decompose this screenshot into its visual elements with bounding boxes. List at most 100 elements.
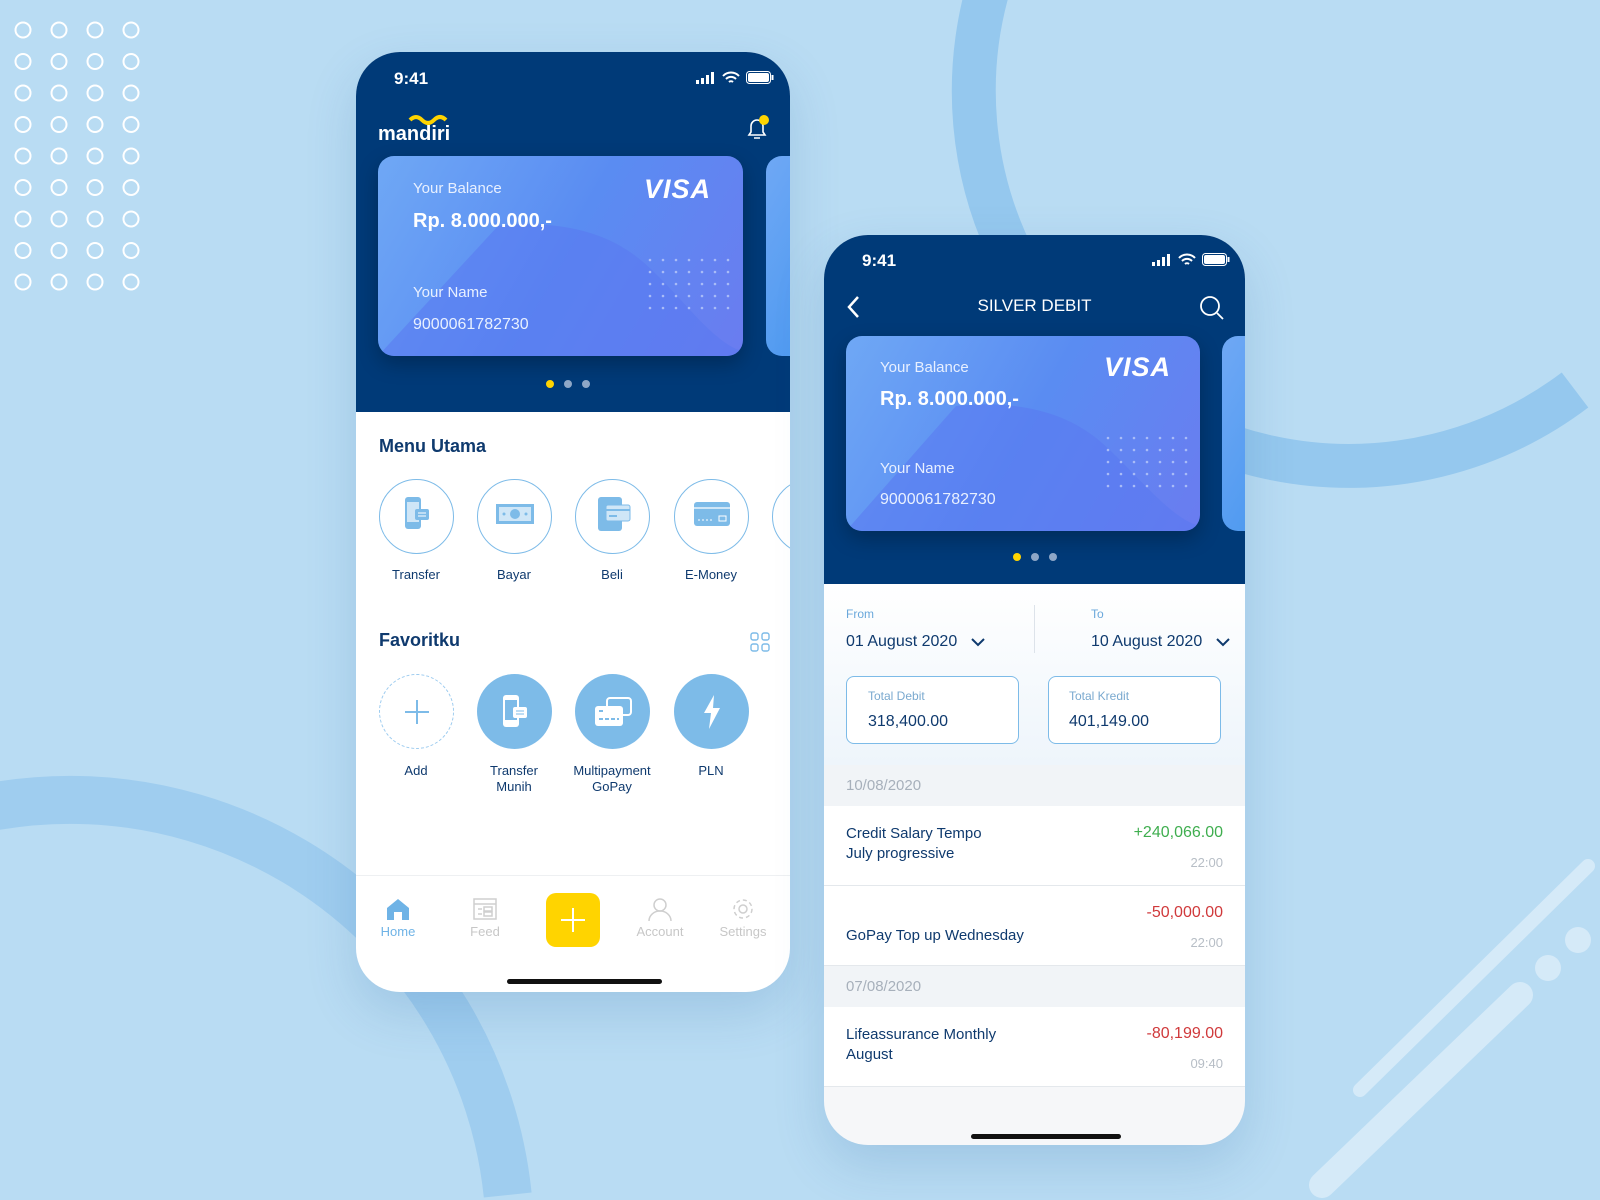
- menu-label: Beli: [601, 567, 623, 582]
- status-icons: [696, 71, 774, 84]
- status-time: 9:41: [862, 251, 897, 270]
- home-indicator: [971, 1134, 1121, 1139]
- menu-transfer-button[interactable]: [379, 479, 454, 554]
- search-icon[interactable]: [1199, 295, 1225, 326]
- battery-icon: [746, 71, 774, 84]
- menu-label: Bayar: [497, 567, 531, 582]
- card-icon: [693, 501, 731, 532]
- silver-debit-screen: 9:41 SILVER DEBIT Your Balance Rp. 8.000…: [824, 235, 1245, 1145]
- next-card-peek[interactable]: [1222, 336, 1245, 531]
- wifi-icon: [722, 71, 740, 83]
- nav-feed[interactable]: Feed: [445, 897, 525, 939]
- nav-home[interactable]: Home: [358, 897, 438, 939]
- date-group-header: 10/08/2020: [824, 765, 1245, 806]
- balance-label: Your Balance: [880, 359, 969, 376]
- phone-transfer-icon: [402, 495, 432, 538]
- transaction-description: Lifeassurance Monthly August: [846, 1026, 997, 1063]
- svg-text:mandiri: mandiri: [378, 123, 450, 144]
- home-icon: [387, 899, 409, 920]
- status-icons: [1152, 253, 1230, 266]
- carousel-dot[interactable]: [564, 380, 572, 388]
- status-time: 9:41: [394, 69, 429, 88]
- banknote-icon: [495, 501, 535, 532]
- transaction-description: Credit Salary Tempo July progressive: [846, 825, 982, 862]
- divider: [1034, 605, 1035, 653]
- carousel-dot-active[interactable]: [1013, 553, 1021, 561]
- favorite-label: Add: [404, 763, 428, 778]
- chevron-down-icon: [971, 637, 985, 646]
- balance-card[interactable]: Your Balance Rp. 8.000.000,- VISA Your N…: [846, 336, 1200, 531]
- balance-amount: Rp. 8.000.000,-: [413, 210, 552, 232]
- visa-logo: VISA: [1104, 352, 1172, 382]
- plus-icon: [561, 908, 585, 932]
- menu-label: E-Money: [684, 567, 738, 582]
- transaction-time: 22:00: [1190, 855, 1223, 870]
- visa-logo: VISA: [644, 174, 712, 204]
- mandiri-logo: mandiri: [378, 110, 468, 149]
- phone-transfer-icon: [502, 694, 527, 727]
- add-action-button[interactable]: [546, 893, 600, 947]
- wifi-icon: [1178, 253, 1196, 265]
- chevron-down-icon: [1216, 637, 1230, 646]
- transaction-amount: +240,066.00: [1133, 824, 1223, 841]
- card-holder-name: Your Name: [880, 460, 955, 477]
- page-title: SILVER DEBIT: [977, 296, 1092, 315]
- account-icon: [648, 898, 672, 922]
- balance-card[interactable]: Your Balance Rp. 8.000.000,- VISA Your N…: [378, 156, 743, 356]
- to-label: To: [1091, 607, 1104, 621]
- menu-e-button[interactable]: [772, 479, 790, 554]
- transaction-time: 22:00: [1190, 935, 1223, 950]
- card-holder-name: Your Name: [413, 284, 488, 301]
- transaction-time: 09:40: [1190, 1056, 1223, 1071]
- signal-icon: [696, 71, 714, 84]
- card-number: 9000061782730: [413, 316, 529, 333]
- favorite-label: PLN: [698, 763, 724, 778]
- phone-card-icon: [594, 495, 632, 538]
- background-decoration: [0, 0, 1595, 1198]
- grid-view-icon[interactable]: [750, 632, 770, 657]
- nav-settings[interactable]: Settings: [703, 897, 783, 939]
- carousel-dot[interactable]: [1031, 553, 1039, 561]
- menu-bayar-button[interactable]: [477, 479, 552, 554]
- transaction-description: GoPay Top up Wednesday: [846, 927, 1024, 944]
- menu-e-money-button[interactable]: [674, 479, 749, 554]
- total-kredit-box: Total Kredit 401,149.00: [1048, 676, 1221, 744]
- favorite-item-button[interactable]: [477, 674, 552, 749]
- transaction-amount: -80,199.00: [1146, 1025, 1223, 1042]
- signal-icon: [1152, 253, 1170, 266]
- favorite-item-button[interactable]: [575, 674, 650, 749]
- nav-account[interactable]: Account: [620, 897, 700, 939]
- next-card-peek[interactable]: [766, 156, 790, 356]
- date-group-header: 07/08/2020: [824, 966, 1245, 1007]
- notification-bell-icon[interactable]: [744, 114, 772, 147]
- plus-icon: [404, 699, 429, 724]
- balance-label: Your Balance: [413, 180, 502, 197]
- menu-label: Transfer: [392, 567, 440, 582]
- favorite-item-button[interactable]: [674, 674, 749, 749]
- favorite-label: Multipayment GoPay: [573, 763, 651, 794]
- total-debit-box: Total Debit 318,400.00: [846, 676, 1019, 744]
- multipayment-card-icon: [594, 696, 632, 726]
- from-date-dropdown[interactable]: 01 August 2020: [846, 633, 985, 651]
- carousel-dot[interactable]: [582, 380, 590, 388]
- transaction-row[interactable]: Credit Salary Tempo July progressive +240…: [824, 806, 1245, 886]
- to-date-dropdown[interactable]: 10 August 2020: [1091, 633, 1230, 651]
- card-number: 9000061782730: [880, 491, 996, 508]
- feed-icon: [473, 898, 497, 920]
- favorite-label: Transfer Munih: [490, 763, 538, 794]
- transaction-row[interactable]: GoPay Top up Wednesday -50,000.00 22:00: [824, 886, 1245, 966]
- lightning-icon: [703, 694, 720, 729]
- favorite-add-button[interactable]: [379, 674, 454, 749]
- nav-divider: [356, 875, 790, 876]
- menu-beli-button[interactable]: [575, 479, 650, 554]
- transaction-amount: -50,000.00: [1146, 904, 1223, 921]
- transaction-row[interactable]: Lifeassurance Monthly August -80,199.00 0…: [824, 1007, 1245, 1087]
- balance-amount: Rp. 8.000.000,-: [880, 388, 1019, 410]
- from-label: From: [846, 607, 874, 621]
- home-indicator: [507, 979, 662, 984]
- carousel-dot[interactable]: [1049, 553, 1057, 561]
- battery-icon: [1202, 253, 1230, 266]
- settings-gear-icon: [733, 899, 753, 919]
- carousel-dot-active[interactable]: [546, 380, 554, 388]
- favoritku-title: Favoritku: [379, 630, 461, 650]
